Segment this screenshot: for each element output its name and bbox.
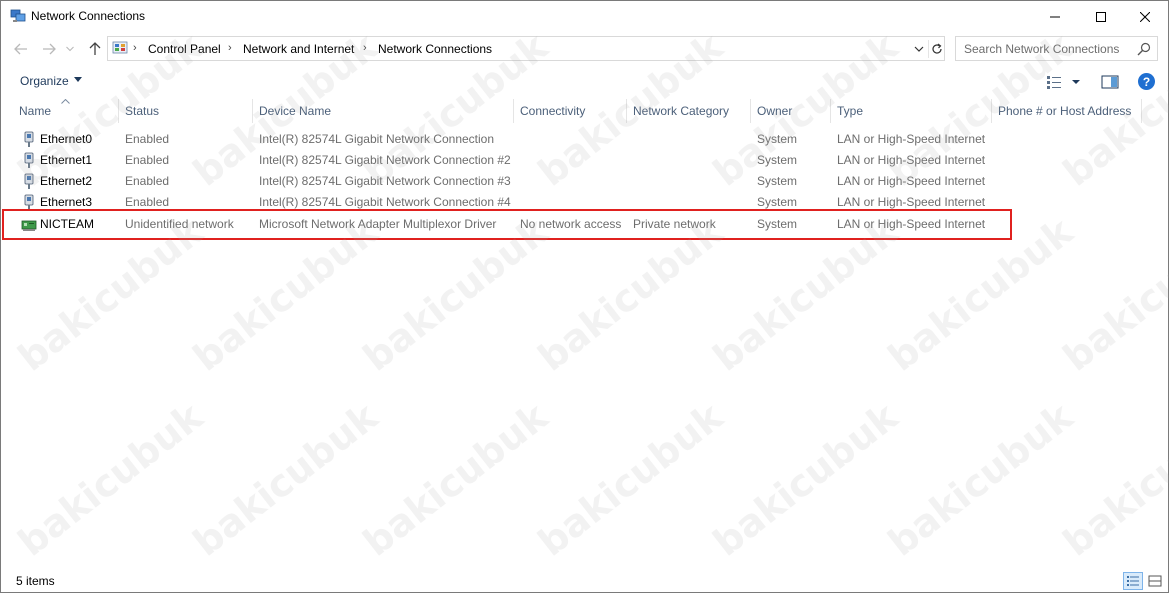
ethernet-adapter-icon: [24, 152, 34, 168]
organize-dropdown-icon[interactable]: [74, 77, 82, 83]
breadcrumb-control-panel[interactable]: Control Panel: [148, 42, 221, 56]
chevron-down-icon: [66, 46, 74, 52]
up-button[interactable]: [86, 39, 104, 59]
cell-owner: System: [757, 195, 798, 209]
table-row[interactable]: Ethernet0 Enabled Intel(R) 82574L Gigabit …: [1, 129, 1168, 150]
search-icon[interactable]: [1136, 41, 1152, 57]
network-connections-app-icon: [10, 9, 26, 22]
breadcrumb-separator[interactable]: ›: [228, 42, 232, 54]
forward-button[interactable]: [40, 39, 58, 59]
close-icon: [1140, 11, 1150, 22]
large-icons-view-button[interactable]: [1145, 572, 1165, 590]
column-header-device-name[interactable]: Device Name: [253, 99, 514, 123]
item-count: 5 items: [16, 574, 55, 588]
ethernet-adapter-icon: [24, 173, 34, 189]
cell-type: LAN or High-Speed Internet: [837, 132, 986, 146]
cell-status: Enabled: [125, 174, 170, 188]
address-bar[interactable]: › Control Panel › Network and Internet ›…: [107, 36, 945, 61]
column-header-owner[interactable]: Owner: [751, 99, 831, 123]
breadcrumb-separator[interactable]: ›: [133, 42, 137, 54]
cell-type: LAN or High-Speed Internet: [837, 174, 986, 188]
command-bar: Organize ?: [1, 69, 1168, 95]
navigation-row: › Control Panel › Network and Internet ›…: [1, 36, 1168, 62]
selection-highlight-box: [2, 209, 1012, 240]
cell-type: LAN or High-Speed Internet: [837, 153, 986, 167]
large-icons-view-icon: [1148, 575, 1162, 587]
explorer-window: Network Connections › Control Panel › Ne…: [0, 0, 1169, 593]
search-placeholder[interactable]: Search Network Connections: [964, 42, 1119, 56]
sort-ascending-icon: [61, 99, 70, 104]
cell-device: Intel(R) 82574L Gigabit Network Connecti…: [259, 174, 511, 188]
cell-status: Enabled: [125, 153, 170, 167]
close-button[interactable]: [1122, 1, 1168, 32]
status-bar: 5 items: [1, 571, 1168, 593]
column-header-connectivity[interactable]: Connectivity: [514, 99, 627, 123]
cell-owner: System: [757, 174, 798, 188]
cell-owner: System: [757, 132, 798, 146]
connection-name: Ethernet3: [40, 195, 93, 209]
window-title: Network Connections: [31, 9, 146, 23]
details-view-button[interactable]: [1123, 572, 1143, 590]
cell-type: LAN or High-Speed Internet: [837, 195, 986, 209]
minimize-icon: [1050, 16, 1060, 17]
column-header-network-category[interactable]: Network Category: [627, 99, 751, 123]
table-row[interactable]: Ethernet1 Enabled Intel(R) 82574L Gigabit …: [1, 150, 1168, 171]
maximize-icon: [1096, 11, 1106, 22]
connection-name: Ethernet2: [40, 174, 93, 188]
column-header-status[interactable]: Status: [119, 99, 253, 123]
recent-locations-button[interactable]: [64, 39, 76, 59]
column-headers: Name Status Device Name Connectivity Net…: [1, 99, 1168, 123]
breadcrumb-network-and-internet[interactable]: Network and Internet: [243, 42, 354, 56]
forward-arrow-icon: [43, 43, 56, 55]
address-history-chevron-icon[interactable]: [912, 42, 926, 56]
control-panel-icon: [112, 41, 128, 54]
preview-pane-icon[interactable]: [1101, 74, 1119, 90]
cell-device: Intel(R) 82574L Gigabit Network Connecti…: [259, 132, 495, 146]
breadcrumb-separator[interactable]: ›: [363, 42, 367, 54]
breadcrumb-network-connections[interactable]: Network Connections: [378, 42, 492, 56]
cell-device: Intel(R) 82574L Gigabit Network Connecti…: [259, 153, 511, 167]
up-arrow-icon: [89, 42, 101, 55]
cell-owner: System: [757, 153, 798, 167]
table-row[interactable]: Ethernet2 Enabled Intel(R) 82574L Gigabit …: [1, 171, 1168, 192]
ethernet-adapter-icon: [24, 131, 34, 147]
connection-name: Ethernet0: [40, 132, 93, 146]
connection-name: Ethernet1: [40, 153, 93, 167]
column-header-phone-or-host[interactable]: Phone # or Host Address: [992, 99, 1142, 123]
back-button[interactable]: [12, 39, 30, 59]
search-box[interactable]: Search Network Connections: [955, 36, 1158, 61]
help-button[interactable]: ?: [1138, 73, 1155, 90]
back-arrow-icon: [14, 43, 27, 55]
minimize-button[interactable]: [1032, 1, 1078, 32]
refresh-button[interactable]: [928, 40, 944, 58]
organize-button[interactable]: Organize: [20, 74, 69, 88]
column-header-type[interactable]: Type: [831, 99, 992, 123]
maximize-button[interactable]: [1078, 1, 1124, 32]
cell-status: Enabled: [125, 195, 170, 209]
title-bar: Network Connections: [1, 1, 1168, 32]
details-view-icon: [1127, 576, 1139, 586]
cell-status: Enabled: [125, 132, 170, 146]
refresh-icon: [931, 43, 942, 54]
change-view-icon[interactable]: [1046, 74, 1084, 90]
cell-device: Intel(R) 82574L Gigabit Network Connecti…: [259, 195, 511, 209]
